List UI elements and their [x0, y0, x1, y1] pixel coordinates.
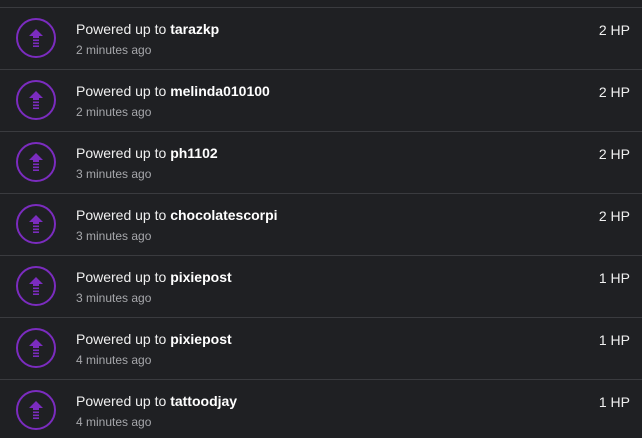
hp-amount: 2 HP [598, 84, 630, 100]
activity-text: Powered up to tarazkp 2 minutes ago [76, 20, 219, 58]
power-up-icon [16, 80, 56, 120]
activity-description: Powered up to chocolatescorpi [76, 206, 278, 224]
activity-row: Powered up to chocolatescorpi 3 minutes … [0, 193, 642, 255]
power-up-icon [16, 266, 56, 306]
activity-prefix: Powered up to [76, 269, 167, 285]
activity-list: Powered up to tarazkp 2 minutes ago 2 HP… [0, 0, 642, 438]
activity-timestamp: 3 minutes ago [76, 229, 152, 243]
activity-description: Powered up to ph1102 [76, 144, 218, 162]
activity-prefix: Powered up to [76, 331, 167, 347]
hp-amount: 2 HP [598, 208, 630, 224]
activity-description: Powered up to pixiepost [76, 330, 232, 348]
activity-username[interactable]: tarazkp [170, 21, 219, 37]
activity-timestamp: 4 minutes ago [76, 415, 152, 429]
activity-description: Powered up to pixiepost [76, 268, 232, 286]
activity-prefix: Powered up to [76, 145, 167, 161]
activity-timestamp: 2 minutes ago [76, 43, 152, 57]
activity-description: Powered up to melinda010100 [76, 82, 270, 100]
activity-text: Powered up to tattoodjay 4 minutes ago [76, 392, 237, 430]
power-up-icon [16, 142, 56, 182]
activity-timestamp: 4 minutes ago [76, 353, 152, 367]
activity-timestamp: 2 minutes ago [76, 105, 152, 119]
activity-username[interactable]: melinda010100 [170, 83, 270, 99]
activity-text: Powered up to ph1102 3 minutes ago [76, 144, 218, 182]
activity-timestamp: 3 minutes ago [76, 291, 152, 305]
hp-amount: 1 HP [598, 332, 630, 348]
power-up-icon [16, 390, 56, 430]
activity-username[interactable]: ph1102 [170, 145, 217, 161]
activity-prefix: Powered up to [76, 207, 167, 223]
hp-amount: 2 HP [598, 146, 630, 162]
activity-row: Powered up to tarazkp 2 minutes ago 2 HP [0, 7, 642, 69]
activity-description: Powered up to tarazkp [76, 20, 219, 38]
activity-text: Powered up to pixiepost 4 minutes ago [76, 330, 232, 368]
activity-timestamp: 3 minutes ago [76, 167, 152, 181]
activity-username[interactable]: chocolatescorpi [170, 207, 277, 223]
activity-prefix: Powered up to [76, 83, 167, 99]
activity-text: Powered up to pixiepost 3 minutes ago [76, 268, 232, 306]
activity-row: Powered up to tattoodjay 4 minutes ago 1… [0, 379, 642, 438]
activity-prefix: Powered up to [76, 393, 167, 409]
activity-description: Powered up to tattoodjay [76, 392, 237, 410]
hp-amount: 1 HP [598, 270, 630, 286]
hp-amount: 1 HP [598, 394, 630, 410]
activity-row: Powered up to ph1102 3 minutes ago 2 HP [0, 131, 642, 193]
activity-row: Powered up to melinda010100 2 minutes ag… [0, 69, 642, 131]
activity-username[interactable]: pixiepost [170, 269, 231, 285]
activity-username[interactable]: tattoodjay [170, 393, 237, 409]
activity-row: Powered up to pixiepost 3 minutes ago 1 … [0, 255, 642, 317]
activity-row: Powered up to pixiepost 4 minutes ago 1 … [0, 317, 642, 379]
activity-text: Powered up to chocolatescorpi 3 minutes … [76, 206, 278, 244]
power-up-icon [16, 18, 56, 58]
activity-text: Powered up to melinda010100 2 minutes ag… [76, 82, 270, 120]
hp-amount: 2 HP [598, 22, 630, 38]
activity-username[interactable]: pixiepost [170, 331, 231, 347]
activity-prefix: Powered up to [76, 21, 167, 37]
power-up-icon [16, 328, 56, 368]
power-up-icon [16, 204, 56, 244]
